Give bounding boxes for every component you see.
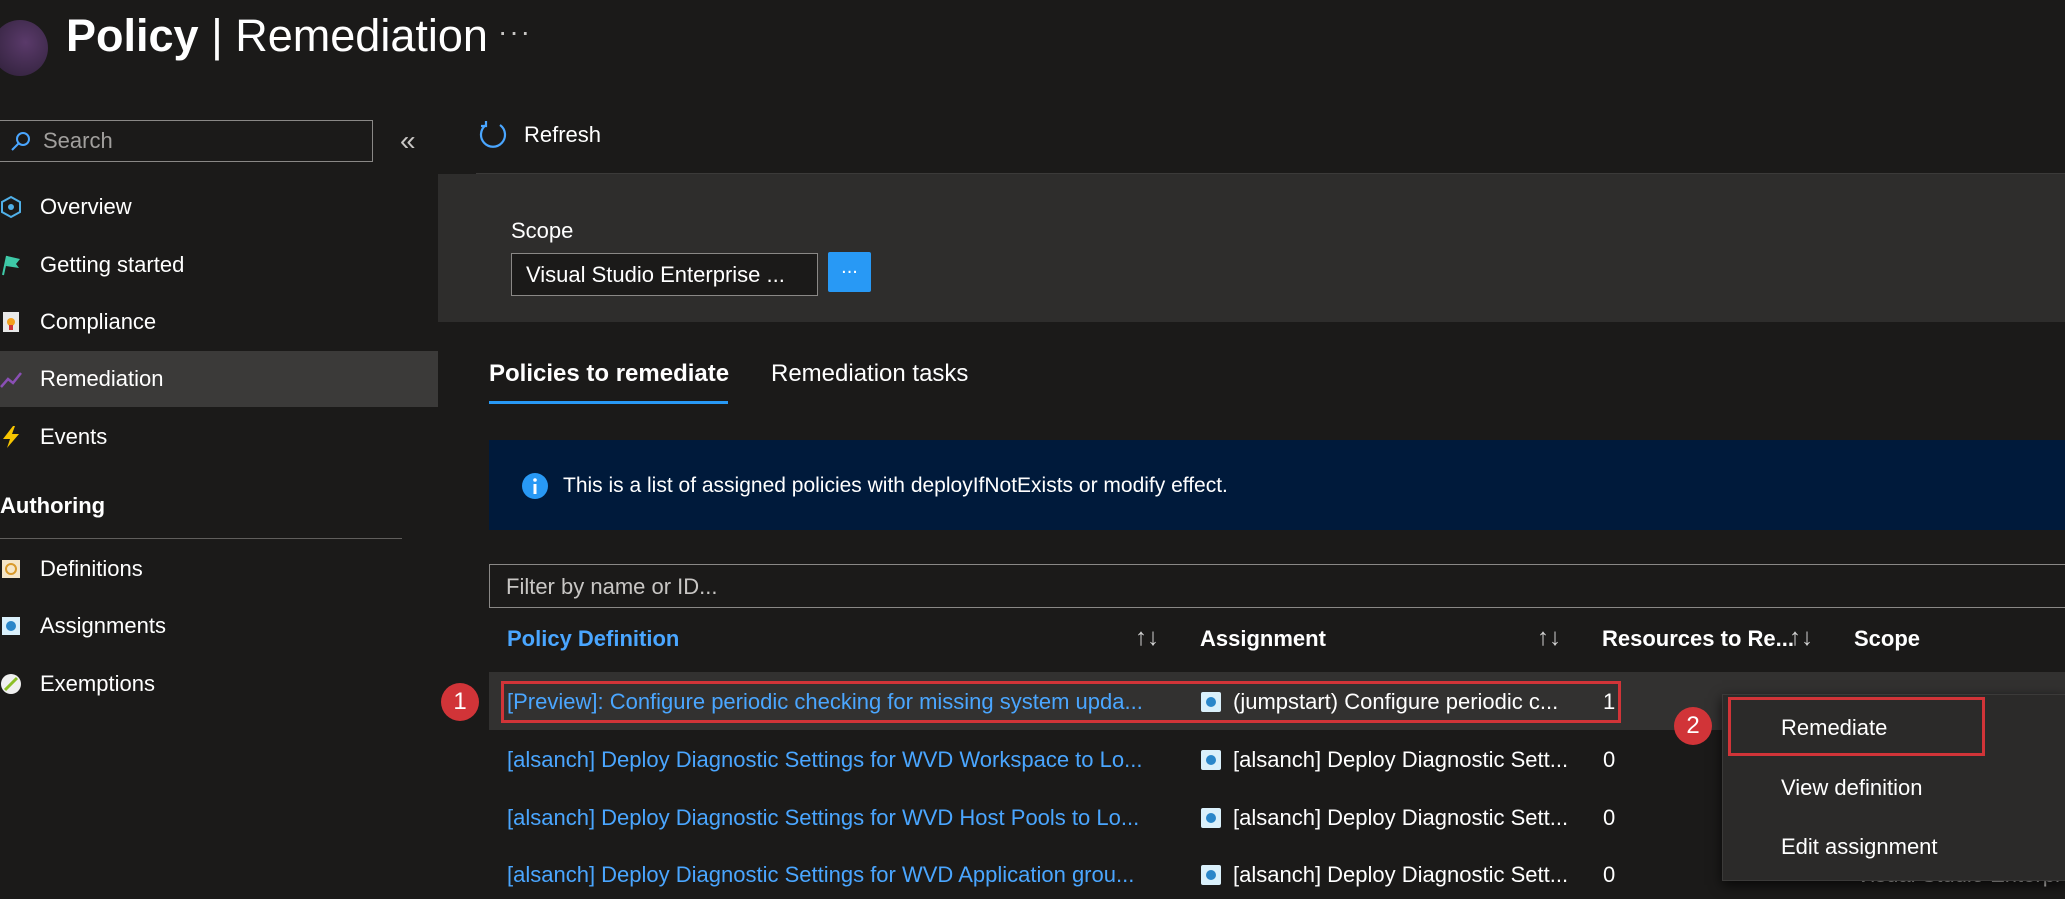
refresh-label: Refresh xyxy=(524,122,602,147)
callout-badge-2: 2 xyxy=(1674,707,1712,745)
sidebar-item-assignments[interactable]: Assignments xyxy=(0,598,438,654)
sidebar-item-label: Events xyxy=(40,424,108,449)
assignment-icon xyxy=(1201,865,1221,885)
column-header-policy-definition[interactable]: Policy Definition xyxy=(507,626,679,652)
assignment-link[interactable]: [alsanch] Deploy Diagnostic Sett... xyxy=(1233,805,1568,831)
sidebar-item-label: Definitions xyxy=(40,556,143,581)
page-title-rest: | Remediation xyxy=(211,10,488,61)
policy-definition-link[interactable]: [alsanch] Deploy Diagnostic Settings for… xyxy=(507,747,1142,773)
scope-field[interactable]: Visual Studio Enterprise ... xyxy=(511,253,818,296)
sidebar-search-input[interactable]: Search xyxy=(0,120,373,162)
filter-input[interactable]: Filter by name or ID... xyxy=(489,564,2065,608)
sidebar-item-overview[interactable]: Overview xyxy=(0,179,438,235)
tab-remediation-tasks[interactable]: Remediation tasks xyxy=(771,360,968,388)
column-header-assignment[interactable]: Assignment xyxy=(1200,626,1326,652)
refresh-button[interactable]: Refresh xyxy=(476,118,601,152)
active-tab-indicator xyxy=(489,401,728,404)
sort-icon[interactable]: ↑↓ xyxy=(1135,624,1159,652)
search-placeholder: Search xyxy=(43,128,113,153)
assignment-icon xyxy=(1201,808,1221,828)
column-header-resources[interactable]: Resources to Re... xyxy=(1602,626,1794,652)
scope-picker-button[interactable]: ... xyxy=(828,252,871,292)
remediate-highlight-box xyxy=(1728,697,1985,756)
definition-icon xyxy=(0,556,24,582)
menu-item-view-definition[interactable]: View definition xyxy=(1781,775,1922,801)
menu-item-edit-assignment[interactable]: Edit assignment xyxy=(1781,834,1938,860)
info-icon xyxy=(522,473,548,499)
collapse-sidebar-button[interactable]: « xyxy=(400,126,416,156)
sort-icon[interactable]: ↑↓ xyxy=(1537,624,1561,652)
row-highlight-box xyxy=(501,681,1621,723)
tab-policies-to-remediate[interactable]: Policies to remediate xyxy=(489,360,729,388)
sidebar-item-definitions[interactable]: Definitions xyxy=(0,541,438,597)
authoring-heading: Authoring xyxy=(0,493,106,518)
sidebar-item-label: Assignments xyxy=(40,613,166,638)
exemption-icon xyxy=(0,671,24,697)
resources-count: 0 xyxy=(1603,805,1616,830)
refresh-icon xyxy=(479,121,507,148)
sidebar-item-compliance[interactable]: Compliance xyxy=(0,294,438,350)
sidebar-item-events[interactable]: Events xyxy=(0,409,438,465)
sidebar-item-exemptions[interactable]: Exemptions xyxy=(0,656,438,712)
page-title: Policy | Remediation xyxy=(66,8,488,64)
sidebar-item-remediation[interactable]: Remediation xyxy=(0,351,438,407)
policy-app-icon xyxy=(0,20,48,76)
assignment-icon xyxy=(1201,750,1221,770)
assignment-link[interactable]: [alsanch] Deploy Diagnostic Sett... xyxy=(1233,862,1568,888)
scope-label: Scope xyxy=(511,218,574,243)
policy-definition-link[interactable]: [alsanch] Deploy Diagnostic Settings for… xyxy=(507,805,1139,831)
flag-icon xyxy=(0,252,24,278)
compliance-icon xyxy=(0,309,24,335)
sidebar-item-label: Compliance xyxy=(40,309,157,334)
remediation-icon xyxy=(0,366,24,392)
sidebar-item-label: Remediation xyxy=(40,366,164,391)
scope-panel xyxy=(438,174,2065,322)
callout-badge-1: 1 xyxy=(441,683,479,721)
assignment-link[interactable]: [alsanch] Deploy Diagnostic Sett... xyxy=(1233,747,1568,773)
overview-icon xyxy=(0,194,24,220)
sidebar-divider xyxy=(0,538,402,539)
more-options-button[interactable]: ··· xyxy=(498,16,532,48)
sidebar-item-label: Overview xyxy=(40,194,132,219)
sidebar-item-label: Exemptions xyxy=(40,671,155,696)
column-header-scope[interactable]: Scope xyxy=(1854,626,1920,652)
assignment-icon xyxy=(0,613,24,639)
resources-count: 0 xyxy=(1603,862,1616,887)
sidebar-item-label: Getting started xyxy=(40,252,185,277)
sort-icon[interactable]: ↑↓ xyxy=(1789,624,1813,652)
sidebar-item-getting-started[interactable]: Getting started xyxy=(0,237,438,293)
lightning-icon xyxy=(0,424,24,450)
policy-definition-link[interactable]: [alsanch] Deploy Diagnostic Settings for… xyxy=(507,862,1134,888)
resources-count: 0 xyxy=(1603,747,1616,772)
page-title-bold: Policy xyxy=(66,10,199,61)
search-icon xyxy=(11,132,30,151)
info-text: This is a list of assigned policies with… xyxy=(563,474,1228,497)
